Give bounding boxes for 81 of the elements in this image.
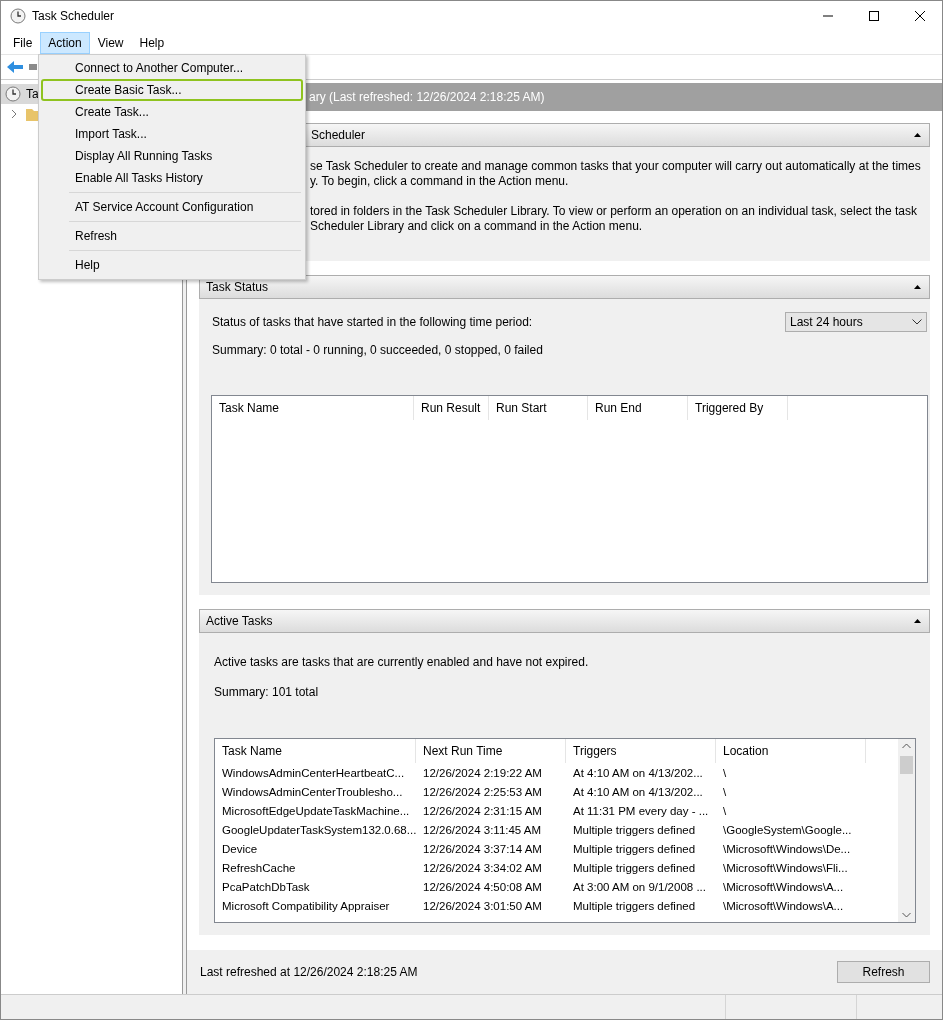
close-icon[interactable] [915, 11, 925, 21]
table-cell-text: \Microsoft\Windows\Fli... [722, 861, 849, 874]
table-cell-text: At 3:00 AM on 9/1/2008 ... [572, 880, 707, 893]
chevron-down-icon [912, 319, 922, 325]
description-text: se Task Scheduler to create and manage common tasks that your computer will carry out automatically at the times [310, 159, 920, 174]
last-refreshed-text: Last refreshed at 12/26/2024 2:18:25 AM [200, 965, 418, 979]
toolbar-icon[interactable] [29, 63, 37, 71]
table-cell-text: Multiple triggers defined [572, 842, 697, 855]
table-cell-text: \GoogleSystem\Google... [722, 823, 853, 836]
table-cell-text: 12/26/2024 3:37:14 AM [422, 842, 543, 855]
table-cell-text: At 11:31 PM every day - ... [572, 804, 710, 817]
description-text: Scheduler Library and click on a command in the Action menu. [310, 219, 644, 234]
menu-item[interactable]: Create Basic Task... [41, 79, 303, 101]
table-cell-text: GoogleUpdaterTaskSystem132.0.68... [221, 823, 416, 836]
column-header[interactable]: Task Name [215, 739, 416, 763]
menu-item[interactable]: Display All Running Tasks [41, 145, 303, 167]
column-header[interactable]: Next Run Time [416, 739, 566, 763]
menu-item[interactable]: Connect to Another Computer... [41, 57, 303, 79]
table-cell-text: RefreshCache [221, 861, 297, 874]
table-cell-text: \Microsoft\Windows\A... [722, 880, 845, 893]
table-cell-text: 12/26/2024 2:25:53 AM [422, 785, 543, 798]
chevron-right-icon[interactable] [10, 108, 18, 119]
menu-item[interactable]: Action [40, 31, 90, 54]
table-cell-text: \ [722, 804, 728, 817]
table-cell-text: \Microsoft\Windows\De... [722, 842, 852, 855]
column-header[interactable]: Location [716, 739, 866, 763]
back-arrow-icon[interactable] [6, 59, 24, 75]
collapse-icon[interactable] [914, 133, 921, 137]
column-header[interactable]: Run End [588, 396, 688, 420]
table-cell-text: \ [722, 766, 728, 779]
table-cell-text: At 4:10 AM on 4/13/202... [572, 785, 704, 798]
clock-icon [5, 86, 21, 102]
table-cell-text: \Microsoft\Windows\A... [722, 899, 845, 912]
table-cell-text: 12/26/2024 2:19:22 AM [422, 766, 543, 779]
column-header[interactable]: Run Start [489, 396, 588, 420]
table-cell-text: 12/26/2024 3:11:45 AM [422, 823, 543, 836]
section-header[interactable]: Active Tasks [199, 609, 930, 633]
scroll-thumb[interactable] [900, 756, 913, 774]
summary-text: Summary: 101 total [214, 685, 320, 699]
table-cell-text: WindowsAdminCenterTroublesho... [221, 785, 404, 798]
menu-item[interactable]: Help [41, 254, 303, 276]
clock-icon [10, 8, 26, 24]
table-cell-text: Multiple triggers defined [572, 823, 697, 836]
column-header[interactable]: Triggers [566, 739, 716, 763]
maximize-icon[interactable] [869, 11, 879, 21]
scroll-up-icon[interactable] [902, 743, 911, 749]
table-cell-text: 12/26/2024 4:50:08 AM [422, 880, 543, 893]
menu-item[interactable]: Help [131, 31, 173, 54]
column-header[interactable]: Task Name [212, 396, 414, 420]
table-cell-text: Device [221, 842, 259, 855]
table-cell-text: Microsoft Compatibility Appraiser [221, 899, 391, 912]
menu-item[interactable]: AT Service Account Configuration [41, 196, 303, 218]
section-header[interactable]: Task Status [199, 275, 930, 299]
summary-text: Summary: 0 total - 0 running, 0 succeeded, 0 stopped, 0 failed [212, 343, 544, 357]
collapse-icon[interactable] [914, 619, 921, 623]
description-text: y. To begin, click a command in the Action menu. [310, 174, 570, 189]
description-text: Active tasks are tasks that are currently enabled and have not expired. [214, 655, 590, 669]
refresh-button[interactable]: Refresh [837, 961, 930, 983]
table-cell-text: MicrosoftEdgeUpdateTaskMachine... [221, 804, 411, 817]
scroll-down-icon[interactable] [902, 912, 911, 918]
menu-item[interactable]: File [5, 31, 41, 54]
window-title: Task Scheduler [32, 9, 115, 23]
table-cell-text: 12/26/2024 2:31:15 AM [422, 804, 543, 817]
menu-item[interactable]: Refresh [41, 225, 303, 247]
table-cell-text: Multiple triggers defined [572, 899, 697, 912]
column-header[interactable]: Triggered By [688, 396, 788, 420]
scrollbar[interactable] [898, 739, 915, 922]
column-header[interactable]: Run Result [414, 396, 489, 420]
table-cell-text: PcaPatchDbTask [221, 880, 311, 893]
table-cell-text: \ [722, 785, 728, 798]
period-dropdown[interactable]: Last 24 hours [785, 312, 927, 332]
period-label: Status of tasks that have started in the following time period: [212, 315, 533, 329]
table-cell-text: WindowsAdminCenterHeartbeatC... [221, 766, 406, 779]
menu-item[interactable]: Enable All Tasks History [41, 167, 303, 189]
description-text: tored in folders in the Task Scheduler Library. To view or perform an operation on an individual task, select the task [310, 204, 918, 219]
table-cell-text: 12/26/2024 3:01:50 AM [422, 899, 543, 912]
menu-item[interactable]: View [89, 31, 132, 54]
table-cell-text: Multiple triggers defined [572, 861, 697, 874]
table-cell-text: 12/26/2024 3:34:02 AM [422, 861, 543, 874]
collapse-icon[interactable] [914, 285, 921, 289]
table-cell-text: At 4:10 AM on 4/13/202... [572, 766, 704, 779]
